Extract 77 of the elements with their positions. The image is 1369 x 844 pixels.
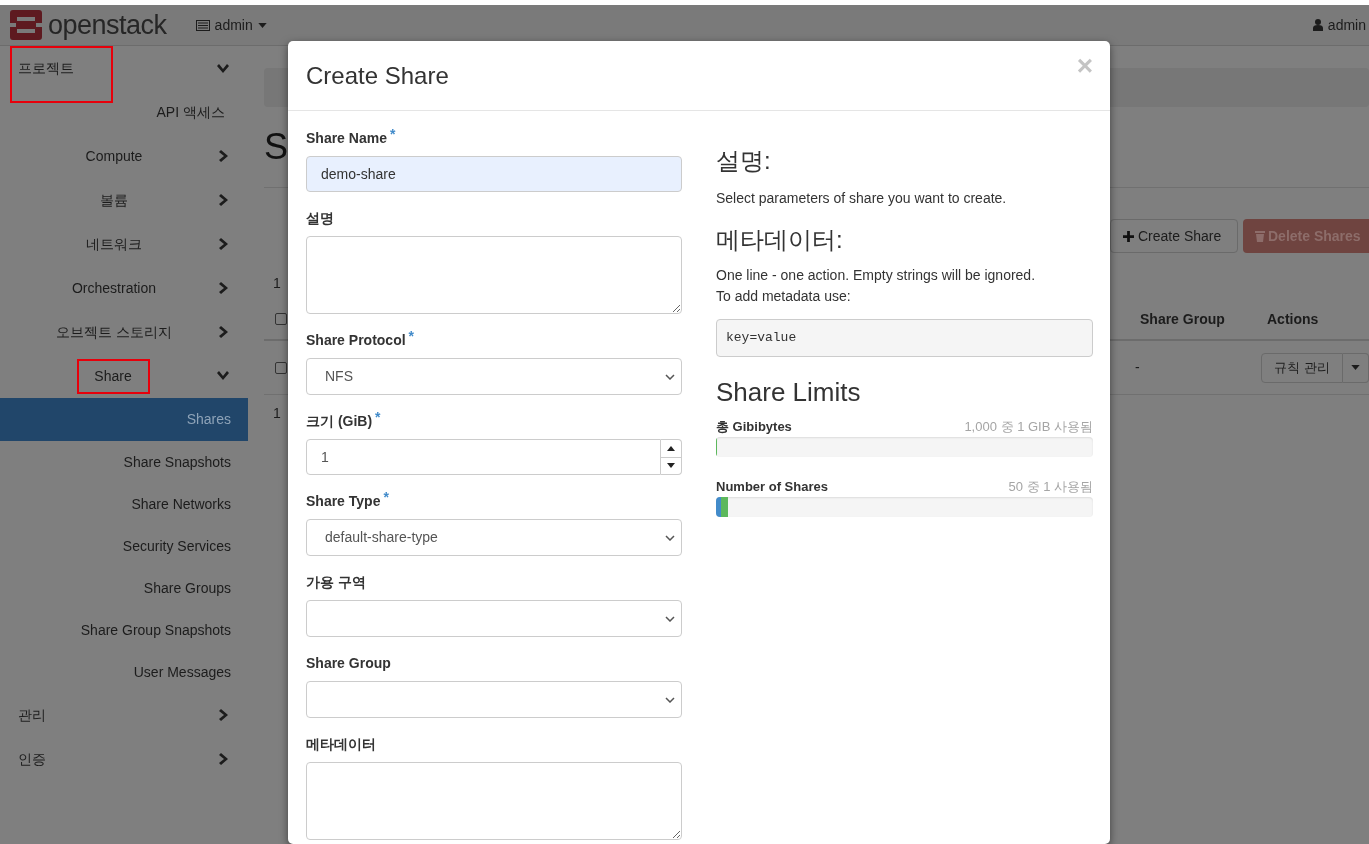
table-cell-text: - (1135, 358, 1141, 377)
number-field[interactable]: 1 (306, 439, 661, 475)
caret-icon (1351, 365, 1360, 370)
sidebar-item[interactable]: Share Groups (0, 567, 248, 609)
select-field[interactable]: NFS (306, 358, 682, 395)
trash-icon (1255, 230, 1265, 242)
sidebar-item[interactable]: Orchestration (69, 270, 158, 306)
user-icon (1312, 19, 1323, 31)
sidebar-item[interactable]: Share Snapshots (0, 441, 248, 483)
select-field[interactable]: default-share-type (306, 519, 682, 556)
sidebar-item[interactable]: 관리 (10, 703, 113, 727)
sidebar-item[interactable]: 오브젝트 스토리지 (54, 314, 174, 350)
plus-icon (1123, 230, 1134, 242)
field-label: Share Name * (306, 128, 397, 148)
field-label: Share Group (306, 654, 392, 673)
field-label: 가용 구역 (306, 573, 367, 592)
help-heading: 설명: (716, 148, 772, 174)
code-example: key=value (716, 319, 1093, 357)
checkbox[interactable] (275, 313, 287, 325)
required-mark: * (389, 125, 396, 144)
sidebar-item[interactable]: Compute (83, 138, 145, 174)
help-text: To add metadata use: (716, 287, 852, 306)
help-text: One line - one action. Empty strings will be ignored. (716, 266, 1037, 285)
meter-label: 총 Gibibytes (716, 418, 792, 437)
sidebar-item[interactable]: 네트워크 (84, 226, 144, 262)
modal-title: Create Share (306, 60, 450, 91)
chevron-down-icon (665, 696, 675, 703)
create-button[interactable]: Create Share (1110, 219, 1238, 253)
logo-icon[interactable] (10, 10, 42, 40)
limits-heading: Share Limits (716, 377, 862, 407)
field-label: 크기 (GiB) * (306, 411, 382, 431)
sidebar-item[interactable]: Share (76, 358, 150, 394)
item-count: 1 (273, 405, 281, 421)
spinner-buttons[interactable] (661, 439, 682, 475)
caret-icon (257, 22, 267, 28)
sidebar-item[interactable]: Share Networks (0, 483, 248, 525)
column-header: Actions (1267, 309, 1320, 329)
dropdown-toggle[interactable] (1343, 352, 1369, 383)
help-text: Select parameters of share you want to create. (716, 189, 1008, 208)
help-heading: 메타데이터: (716, 227, 844, 253)
down-arrow-icon[interactable] (667, 463, 675, 469)
text-area[interactable] (306, 762, 682, 840)
meter-reading: 1,000 중 1 GIB 사용됨 (964, 418, 1093, 437)
up-arrow-icon[interactable] (667, 445, 675, 451)
sidebar-item[interactable]: 프로젝트 (10, 46, 113, 103)
sidebar-item[interactable]: Security Services (0, 525, 248, 567)
field-label: 설명 (306, 209, 335, 228)
field-label: Share Type * (306, 491, 390, 511)
select-field[interactable] (306, 681, 682, 718)
page-title: S (264, 127, 288, 167)
sidebar-item[interactable]: Share Group Snapshots (0, 609, 248, 651)
item-count: 1 (273, 275, 281, 291)
list-icon (195, 19, 210, 31)
column-header: Share Group (1140, 309, 1226, 329)
chevron-down-icon (665, 615, 675, 622)
sidebar-item[interactable]: 인증 (10, 747, 113, 771)
field-label: 메타데이터 (306, 735, 377, 754)
field-label: Share Protocol * (306, 330, 416, 350)
text-field[interactable]: demo-share (306, 156, 682, 192)
chevron-down-icon (665, 373, 675, 380)
select-field[interactable] (306, 600, 682, 637)
meter-label: Number of Shares (716, 478, 828, 497)
sidebar-item[interactable]: 볼륨 (98, 182, 130, 218)
required-mark: * (375, 408, 381, 427)
sidebar-item[interactable]: User Messages (0, 651, 248, 693)
required-mark: * (383, 488, 389, 507)
project-menu[interactable]: admin (195, 14, 267, 36)
sidebar-item[interactable]: Shares (0, 398, 248, 441)
checkbox[interactable] (275, 361, 287, 374)
chevron-down-icon (665, 534, 675, 541)
meter-reading: 50 중 1 사용됨 (1008, 478, 1093, 497)
text-area[interactable] (306, 236, 682, 314)
user-menu[interactable]: admin (1312, 14, 1366, 36)
sidebar-item[interactable]: API 액세스 (152, 100, 229, 125)
required-mark: * (408, 327, 415, 346)
manage-rules-button[interactable]: 규칙 관리 (1261, 352, 1343, 383)
logo-text[interactable]: openstack (48, 10, 167, 40)
